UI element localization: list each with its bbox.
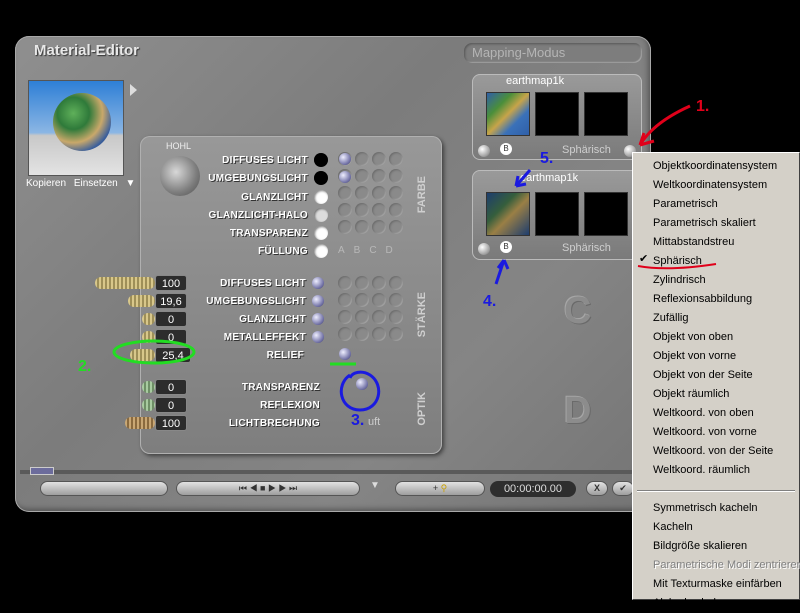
annotation-arrow-1 [638, 104, 691, 146]
annotation-number-1: 1. [696, 98, 710, 115]
annotation-arrow-5 [514, 169, 532, 188]
annotation-underline-red [637, 263, 717, 270]
annotation-number-3: 3. [351, 412, 365, 429]
annotation-number-4: 4. [483, 293, 497, 310]
annotation-number-2: 2. [78, 358, 92, 375]
annotation-circle-blue [339, 370, 381, 412]
annotation-arrow-4 [494, 259, 510, 285]
annotation-overlay [112, 104, 717, 412]
annotation-circle-green [112, 339, 196, 365]
annotation-number-5: 5. [540, 150, 554, 167]
